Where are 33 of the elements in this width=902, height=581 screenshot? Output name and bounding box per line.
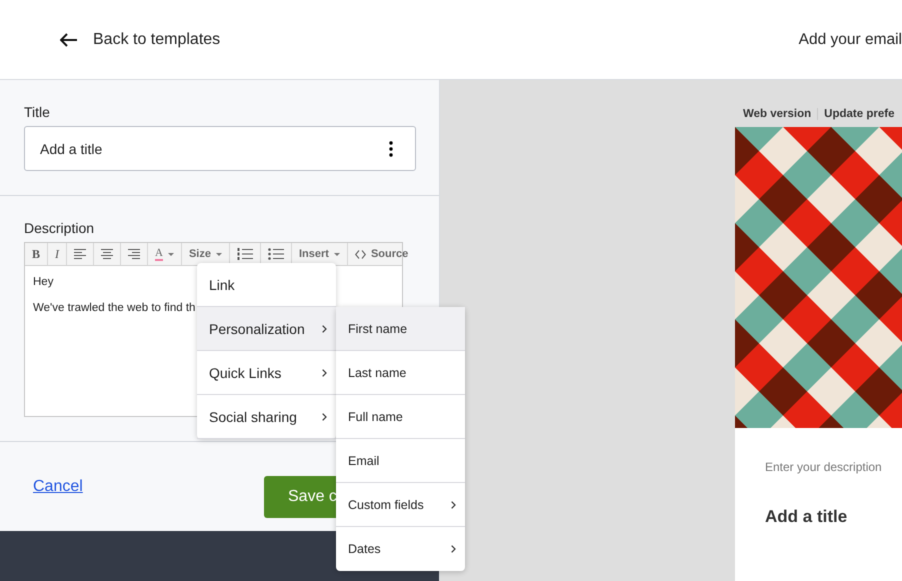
align-right-icon: [128, 249, 140, 259]
bold-button[interactable]: B: [25, 243, 48, 265]
title-label: Title: [24, 104, 51, 120]
cancel-link[interactable]: Cancel: [33, 478, 83, 496]
chevron-right-icon: [322, 368, 327, 376]
italic-button[interactable]: I: [48, 243, 68, 265]
align-left-icon: [74, 249, 86, 259]
title-input[interactable]: Add a title: [24, 126, 416, 171]
description-label: Description: [24, 220, 96, 236]
preview-link[interactable]: Update prefe: [817, 108, 900, 120]
back-to-templates-link[interactable]: Back to templates: [60, 30, 220, 48]
preview-link[interactable]: Web version: [743, 108, 818, 120]
chevron-right-icon: [322, 324, 327, 332]
text-color-button[interactable]: A: [148, 243, 182, 265]
chevron-right-icon: [451, 545, 456, 553]
ordered-list-icon: [236, 248, 253, 260]
add-email-text: Add your email: [798, 30, 902, 48]
align-center-icon: [101, 249, 114, 259]
code-brackets-icon: [354, 250, 366, 258]
bullet-list-icon: [268, 248, 284, 260]
preview-description: Enter your description: [765, 460, 883, 474]
menu-item[interactable]: Dates: [336, 527, 465, 571]
back-arrow-icon: [60, 32, 78, 46]
save-button[interactable]: Save c: [264, 476, 336, 518]
editor-text: We've trawled the web to find th: [33, 302, 196, 314]
menu-item[interactable]: First name: [336, 307, 465, 351]
menu-item[interactable]: Personalization: [197, 307, 336, 351]
chevron-right-icon: [451, 500, 456, 508]
preview-title: Add a title: [765, 507, 848, 527]
more-options-icon[interactable]: [389, 140, 393, 156]
source-button[interactable]: Source: [348, 243, 416, 265]
chevron-right-icon: [322, 412, 327, 420]
editor-text: Hey: [33, 276, 54, 288]
